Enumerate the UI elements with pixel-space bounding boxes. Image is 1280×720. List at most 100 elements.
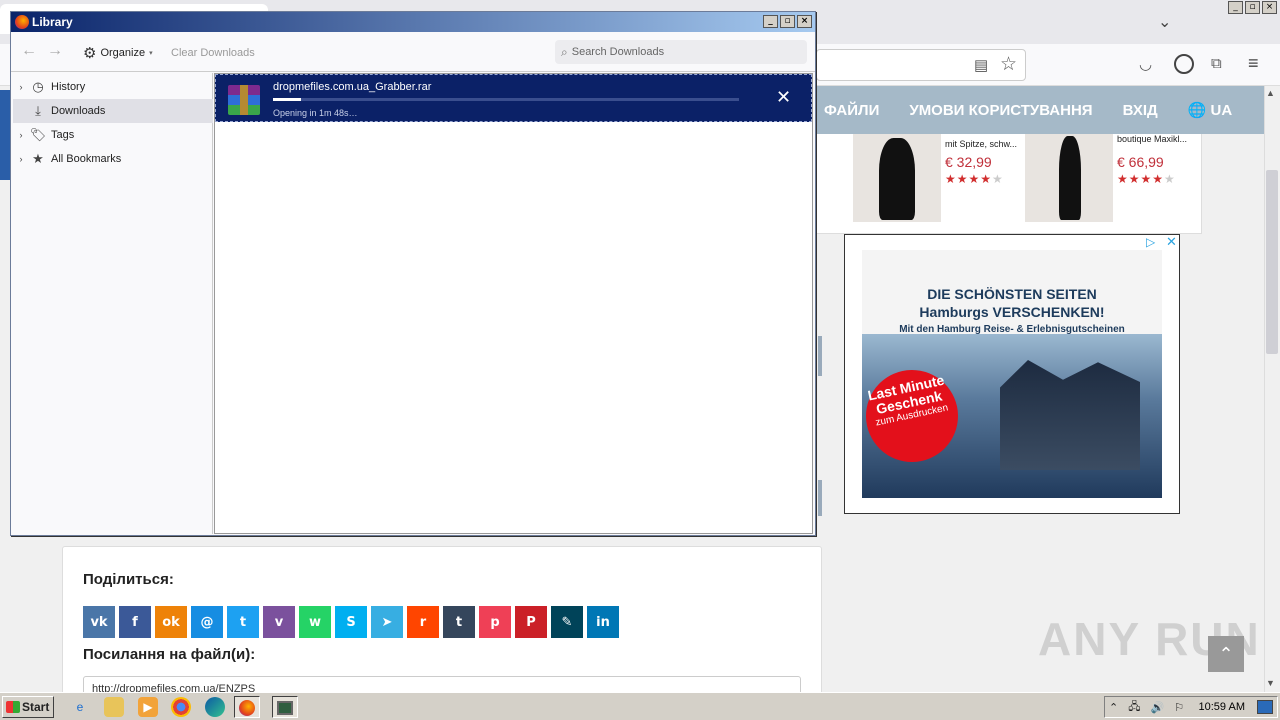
action-center-flag-icon[interactable]: ⚐ — [1174, 701, 1184, 714]
library-window-icon — [277, 701, 293, 715]
back-arrow-icon[interactable]: ← — [21, 42, 37, 60]
library-close-button[interactable]: × — [797, 15, 812, 28]
site-navigation: ФАЙЛИ УМОВИ КОРИСТУВАННЯ ВХІД 🌐 UA — [816, 86, 1268, 134]
tray-expand-icon[interactable]: ⌃ — [1109, 701, 1118, 714]
nav-login-link[interactable]: ВХІД — [1123, 102, 1158, 119]
share-moimir-button[interactable]: @ — [191, 606, 223, 638]
share-reddit-button[interactable]: r — [407, 606, 439, 638]
adchoices-icon[interactable]: ▷ — [1146, 235, 1155, 249]
expand-arrow-icon[interactable]: › — [13, 154, 29, 164]
reader-view-icon[interactable]: ▤ — [974, 56, 988, 74]
sidebar-item-tags[interactable]: › 🏷 Tags — [13, 123, 213, 147]
close-button[interactable]: × — [1262, 1, 1277, 14]
pocket-icon[interactable]: ◡ — [1139, 55, 1152, 73]
nav-files-link[interactable]: ФАЙЛИ — [824, 102, 879, 119]
share-tumblr-button[interactable]: t — [443, 606, 475, 638]
share-vk-button[interactable]: vk — [83, 606, 115, 638]
share-telegram-button[interactable]: ➤ — [371, 606, 403, 638]
library-titlebar[interactable]: Library _ ▫ × — [11, 12, 815, 32]
firefox-icon — [239, 700, 255, 716]
expand-arrow-icon[interactable]: › — [13, 130, 29, 140]
library-title: Library — [32, 15, 73, 29]
winrar-archive-icon — [240, 85, 248, 115]
minimize-button[interactable]: _ — [1228, 1, 1243, 14]
internet-explorer-icon[interactable]: e — [70, 697, 90, 717]
share-facebook-button[interactable]: f — [119, 606, 151, 638]
download-filename: dropmefiles.com.ua_Grabber.rar — [273, 81, 432, 93]
page-edge-decoration — [818, 480, 822, 516]
share-skype-button[interactable]: S — [335, 606, 367, 638]
share-odnoklassniki-button[interactable]: ok — [155, 606, 187, 638]
chrome-icon[interactable] — [171, 697, 191, 717]
library-window: Library _ ▫ × ← → ⚙ Organize ▾ Clear Dow… — [10, 11, 816, 536]
hamburger-menu-icon[interactable]: ≡ — [1248, 53, 1259, 74]
bookmark-star-icon[interactable]: ☆ — [1000, 53, 1017, 76]
downloads-list: dropmefiles.com.ua_Grabber.rar Opening i… — [214, 73, 813, 534]
download-progress-fill — [273, 98, 301, 101]
sidebar-item-history[interactable]: › ◷ History — [13, 75, 213, 99]
sidebar-item-label: Tags — [51, 129, 75, 141]
file-explorer-icon[interactable] — [104, 697, 124, 717]
extensions-icon[interactable]: ⧉ — [1211, 55, 1222, 72]
cancel-download-icon[interactable]: ✕ — [776, 87, 791, 108]
product-title[interactable]: mit Spitze, schw... — [945, 139, 1017, 149]
edge-icon[interactable] — [205, 697, 225, 717]
firefox-icon — [15, 15, 29, 29]
media-player-icon[interactable]: ▶ — [138, 697, 158, 717]
forward-arrow-icon[interactable]: → — [47, 42, 63, 60]
volume-icon[interactable]: 🔊 — [1150, 701, 1164, 714]
gear-icon: ⚙ — [83, 45, 97, 62]
share-whatsapp-button[interactable]: w — [299, 606, 331, 638]
search-downloads-input[interactable]: ⌕ Search Downloads — [555, 40, 807, 64]
taskbar-library-button[interactable] — [272, 696, 298, 718]
start-button[interactable]: Start — [2, 696, 54, 718]
clear-downloads-button[interactable]: Clear Downloads — [171, 47, 255, 59]
library-toolbar: ← → ⚙ Organize ▾ Clear Downloads ⌕ Searc… — [11, 32, 815, 72]
network-icon[interactable]: 🖧 — [1128, 698, 1140, 717]
product-image[interactable] — [1025, 134, 1113, 222]
clock-icon: ◷ — [32, 79, 44, 94]
share-pocket-button[interactable]: p — [479, 606, 511, 638]
organize-button[interactable]: ⚙ Organize ▾ — [83, 44, 153, 62]
product-image[interactable] — [853, 134, 941, 222]
library-sidebar: › ◷ History ⤓ Downloads › 🏷 Tags › ★ All… — [13, 73, 213, 534]
page-edge-decoration — [818, 336, 822, 376]
share-viber-button[interactable]: v — [263, 606, 295, 638]
share-linkedin-button[interactable]: in — [587, 606, 619, 638]
show-desktop-icon[interactable] — [1257, 700, 1273, 714]
expand-arrow-icon[interactable]: › — [13, 82, 29, 92]
file-links-title: Посилання на файл(и): — [83, 646, 256, 663]
search-placeholder: Search Downloads — [571, 46, 665, 58]
sidebar-item-all-bookmarks[interactable]: › ★ All Bookmarks — [13, 147, 213, 171]
share-livejournal-button[interactable]: ✎ — [551, 606, 583, 638]
scroll-down-arrow-icon[interactable]: ▼ — [1266, 678, 1275, 688]
library-window-controls: _ ▫ × — [763, 15, 812, 28]
nav-language-link[interactable]: 🌐 UA — [1188, 101, 1233, 119]
tag-icon: 🏷 — [29, 127, 47, 142]
ad-headline: DIE SCHÖNSTEN SEITEN — [927, 286, 1097, 302]
product-price: € 66,99 — [1117, 154, 1164, 170]
share-twitter-button[interactable]: t — [227, 606, 259, 638]
back-to-top-button[interactable]: ⌃ — [1208, 636, 1244, 672]
clock[interactable]: 10:59 AM — [1199, 701, 1245, 713]
product-rating: ★★★★★ — [945, 172, 1004, 186]
library-minimize-button[interactable]: _ — [763, 15, 778, 28]
nav-terms-link[interactable]: УМОВИ КОРИСТУВАННЯ — [909, 102, 1092, 119]
ad-close-icon[interactable]: ✕ — [1166, 234, 1177, 250]
scrollbar-thumb[interactable] — [1266, 170, 1278, 354]
library-maximize-button[interactable]: ▫ — [780, 15, 795, 28]
scroll-up-arrow-icon[interactable]: ▲ — [1266, 88, 1275, 98]
download-status: Opening in 1m 48s… — [273, 108, 358, 118]
share-pinterest-button[interactable]: P — [515, 606, 547, 638]
system-tray: ⌃ 🖧 🔊 ⚐ 10:59 AM — [1104, 696, 1278, 718]
sidebar-item-downloads[interactable]: ⤓ Downloads — [13, 99, 213, 123]
product-title[interactable]: boutique Maxikl... — [1117, 134, 1187, 144]
sync-icon[interactable] — [1174, 54, 1194, 74]
url-bar[interactable] — [816, 49, 1026, 81]
browser-window-controls: _ ▫ × — [1228, 1, 1277, 14]
start-label: Start — [22, 700, 50, 714]
maximize-button[interactable]: ▫ — [1245, 1, 1260, 14]
download-item[interactable]: dropmefiles.com.ua_Grabber.rar Opening i… — [215, 74, 812, 122]
taskbar-firefox-button[interactable] — [234, 696, 260, 718]
tab-list-chevron-icon[interactable]: ⌄ — [1158, 12, 1171, 32]
